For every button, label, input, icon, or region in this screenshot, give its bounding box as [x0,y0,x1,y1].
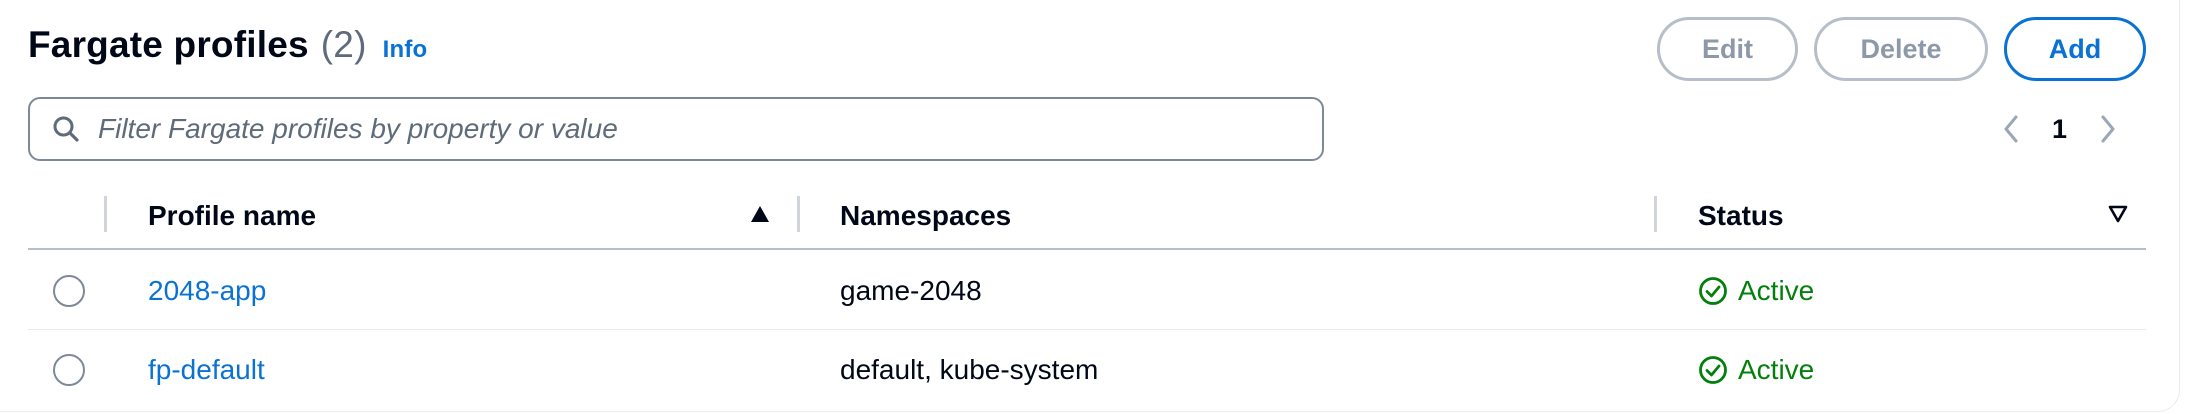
current-page-number[interactable]: 1 [2052,114,2067,145]
next-page-button[interactable] [2093,108,2123,150]
table-header: Profile name Namespaces Status [28,190,2146,250]
info-link[interactable]: Info [383,36,428,64]
filter-search-box[interactable] [28,97,1324,161]
table-row[interactable]: 2048-app game-2048 Active [28,252,2146,330]
status-text: Active [1738,275,1815,306]
row-select-radio[interactable] [53,354,85,386]
panel-title: Fargate profiles [28,24,309,65]
delete-button[interactable]: Delete [1814,17,1988,81]
profile-name-link[interactable]: fp-default [148,354,265,386]
chevron-right-icon [2101,115,2115,143]
status-indicator: Active [1698,275,1814,307]
column-header-namespaces[interactable]: Namespaces [840,200,1011,232]
column-header-profile-name[interactable]: Profile name [148,200,316,232]
sort-caret-down-icon[interactable] [2107,204,2129,224]
column-header-status[interactable]: Status [1698,200,1784,232]
pagination: 1 [1996,108,2123,150]
fargate-profiles-panel: Fargate profiles (2) Info Edit Delete Ad… [0,0,2180,412]
panel-header: Fargate profiles (2) Info [28,24,427,66]
edit-button[interactable]: Edit [1657,17,1798,81]
column-divider[interactable] [1654,196,1657,232]
status-text: Active [1738,354,1815,385]
status-success-icon [1699,277,1727,305]
row-select-radio[interactable] [53,275,85,307]
status-indicator: Active [1698,354,1814,386]
profile-name-link[interactable]: 2048-app [148,275,266,307]
column-divider[interactable] [797,196,800,232]
column-divider [104,196,107,232]
search-icon [53,116,79,142]
profile-count: (2) [320,24,367,65]
table-row[interactable]: fp-default default, kube-system Active [28,331,2146,409]
sort-ascending-icon[interactable] [749,204,771,224]
namespaces-cell: game-2048 [840,275,982,306]
filter-input[interactable] [98,113,1278,145]
previous-page-button[interactable] [1996,108,2026,150]
chevron-left-icon [2004,115,2018,143]
add-button[interactable]: Add [2004,17,2146,81]
status-success-icon [1699,356,1727,384]
namespaces-cell: default, kube-system [840,354,1099,385]
